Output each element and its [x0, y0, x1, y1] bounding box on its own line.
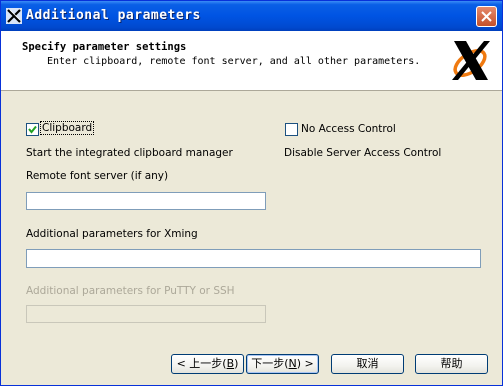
close-icon: [481, 11, 492, 22]
xming-app-icon: [6, 8, 22, 24]
title-bar[interactable]: Additional parameters: [1, 1, 502, 31]
header-subtitle: Enter clipboard, remote font server, and…: [47, 56, 421, 67]
dialog-window: Additional parameters Specify parameter …: [0, 0, 503, 386]
putty-params-input: [26, 305, 266, 323]
back-button[interactable]: < 上一步(B): [171, 354, 244, 374]
no-access-control-description: Disable Server Access Control: [284, 147, 442, 159]
clipboard-description: Start the integrated clipboard manager: [26, 147, 233, 159]
xming-logo-icon: [452, 41, 490, 80]
close-button[interactable]: [476, 6, 497, 27]
no-access-control-checkbox[interactable]: [285, 123, 298, 136]
cancel-button[interactable]: 取消: [331, 354, 404, 374]
putty-params-label: Additional parameters for PuTTY or SSH: [26, 285, 235, 297]
xming-params-input[interactable]: [26, 249, 481, 268]
header-title: Specify parameter settings: [22, 41, 187, 53]
xming-params-label: Additional parameters for Xming: [26, 228, 198, 240]
remote-font-server-input[interactable]: [26, 192, 266, 210]
no-access-control-label[interactable]: No Access Control: [301, 123, 396, 135]
help-button[interactable]: 帮助: [415, 354, 488, 374]
window-title: Additional parameters: [26, 8, 201, 23]
clipboard-label[interactable]: Clipboard: [40, 121, 95, 135]
wizard-header: Specify parameter settings Enter clipboa…: [1, 31, 502, 91]
next-button[interactable]: 下一步(N) >: [246, 354, 319, 374]
clipboard-checkbox[interactable]: [26, 123, 39, 136]
remote-font-server-label: Remote font server (if any): [26, 170, 169, 182]
checkmark-icon: [28, 125, 37, 134]
